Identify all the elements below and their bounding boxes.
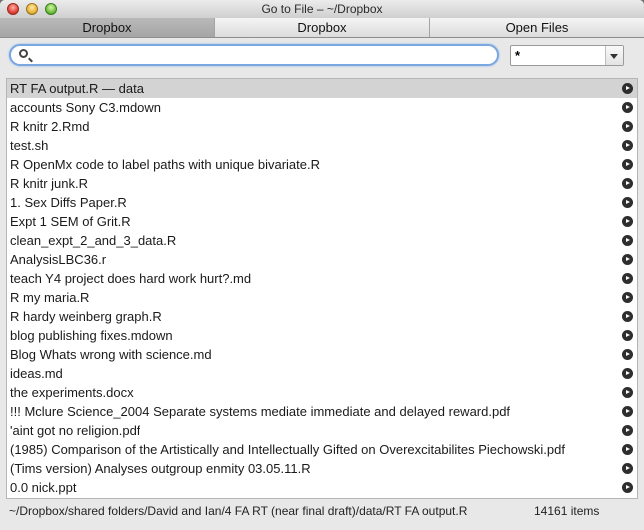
file-name: RT FA output.R — data	[10, 81, 144, 96]
item-count: 14161 items	[534, 504, 600, 518]
file-name: ideas.md	[10, 366, 63, 381]
file-name: blog publishing fixes.mdown	[10, 328, 173, 343]
file-name: R OpenMx code to label paths with unique…	[10, 157, 321, 172]
list-item[interactable]: R hardy weinberg graph.R	[7, 307, 637, 326]
go-arrow-icon[interactable]	[622, 463, 633, 474]
go-to-file-window: Go to File – ~/Dropbox Dropbox Dropbox O…	[0, 0, 644, 530]
search-input[interactable]	[33, 46, 497, 66]
file-name: AnalysisLBC36.r	[10, 252, 107, 267]
go-arrow-icon[interactable]	[622, 254, 633, 265]
file-name: (1985) Comparison of the Artistically an…	[10, 442, 565, 457]
go-arrow-icon[interactable]	[622, 159, 633, 170]
file-name: !!! Mclure Science_2004 Separate systems…	[10, 404, 511, 419]
search-icon	[19, 49, 28, 58]
list-item[interactable]: (Tims version) Analyses outgroup enmity …	[7, 459, 637, 478]
list-item[interactable]: Blog Whats wrong with science.md	[7, 345, 637, 364]
list-item[interactable]: blog publishing fixes.mdown	[7, 326, 637, 345]
go-arrow-icon[interactable]	[622, 102, 633, 113]
scope-tabs: Dropbox Dropbox Open Files	[0, 18, 644, 38]
file-name: R knitr 2.Rmd	[10, 119, 90, 134]
file-list[interactable]: RT FA output.R — data accounts Sony C3.m…	[6, 78, 638, 499]
file-name: accounts Sony C3.mdown	[10, 100, 162, 115]
chevron-down-icon[interactable]	[605, 46, 623, 65]
list-item[interactable]: AnalysisLBC36.r	[7, 250, 637, 269]
file-name: (Tims version) Analyses outgroup enmity …	[10, 461, 311, 476]
list-item[interactable]: 0.0 nick.ppt	[7, 478, 637, 497]
list-item[interactable]: RT FA output.R — data	[7, 79, 637, 98]
file-name: Expt 1 SEM of Grit.R	[10, 214, 131, 229]
list-item[interactable]: 'aint got no religion.pdf	[7, 421, 637, 440]
go-arrow-icon[interactable]	[622, 216, 633, 227]
file-name: R my maria.R	[10, 290, 90, 305]
file-name: the experiments.docx	[10, 385, 134, 400]
list-item[interactable]: clean_expt_2_and_3_data.R	[7, 231, 637, 250]
go-arrow-icon[interactable]	[622, 273, 633, 284]
list-item[interactable]: Expt 1 SEM of Grit.R	[7, 212, 637, 231]
go-arrow-icon[interactable]	[622, 349, 633, 360]
go-arrow-icon[interactable]	[622, 121, 633, 132]
file-name: Blog Whats wrong with science.md	[10, 347, 212, 362]
list-item[interactable]: !!! Mclure Science_2004 Separate systems…	[7, 402, 637, 421]
go-arrow-icon[interactable]	[622, 406, 633, 417]
file-filter-select[interactable]: *	[510, 45, 624, 66]
go-arrow-icon[interactable]	[622, 330, 633, 341]
go-arrow-icon[interactable]	[622, 197, 633, 208]
file-name: 'aint got no religion.pdf	[10, 423, 141, 438]
go-arrow-icon[interactable]	[622, 444, 633, 455]
go-arrow-icon[interactable]	[622, 368, 633, 379]
selected-file-path: ~/Dropbox/shared folders/David and Ian/4…	[9, 504, 468, 518]
list-item[interactable]: (1985) Comparison of the Artistically an…	[7, 440, 637, 459]
list-item[interactable]: accounts Sony C3.mdown	[7, 98, 637, 117]
list-item[interactable]: the experiments.docx	[7, 383, 637, 402]
title-bar: Go to File – ~/Dropbox	[0, 0, 644, 19]
list-item[interactable]: R my maria.R	[7, 288, 637, 307]
file-name: 0.0 nick.ppt	[10, 480, 77, 495]
go-arrow-icon[interactable]	[622, 311, 633, 322]
tab-dropbox-1[interactable]: Dropbox	[0, 18, 215, 37]
search-row: *	[0, 38, 644, 76]
file-name: R knitr junk.R	[10, 176, 89, 191]
list-item[interactable]: 1. Sex Diffs Paper.R	[7, 193, 637, 212]
go-arrow-icon[interactable]	[622, 425, 633, 436]
list-item[interactable]: test.sh	[7, 136, 637, 155]
go-arrow-icon[interactable]	[622, 482, 633, 493]
go-arrow-icon[interactable]	[622, 235, 633, 246]
list-item[interactable]: R OpenMx code to label paths with unique…	[7, 155, 637, 174]
file-name: clean_expt_2_and_3_data.R	[10, 233, 177, 248]
file-name: test.sh	[10, 138, 49, 153]
go-arrow-icon[interactable]	[622, 292, 633, 303]
list-item[interactable]: R knitr 2.Rmd	[7, 117, 637, 136]
status-bar: ~/Dropbox/shared folders/David and Ian/4…	[0, 500, 644, 530]
search-field[interactable]	[9, 44, 499, 66]
file-name: R hardy weinberg graph.R	[10, 309, 162, 324]
go-arrow-icon[interactable]	[622, 83, 633, 94]
tab-open-files[interactable]: Open Files	[430, 18, 644, 37]
list-item[interactable]: R knitr junk.R	[7, 174, 637, 193]
go-arrow-icon[interactable]	[622, 140, 633, 151]
list-item[interactable]: ideas.md	[7, 364, 637, 383]
tab-dropbox-2[interactable]: Dropbox	[215, 18, 430, 37]
list-item[interactable]: teach Y4 project does hard work hurt?.md	[7, 269, 637, 288]
file-name: teach Y4 project does hard work hurt?.md	[10, 271, 252, 286]
go-arrow-icon[interactable]	[622, 178, 633, 189]
go-arrow-icon[interactable]	[622, 387, 633, 398]
filter-value: *	[515, 48, 521, 63]
file-name: 1. Sex Diffs Paper.R	[10, 195, 127, 210]
window-title: Go to File – ~/Dropbox	[261, 2, 383, 16]
